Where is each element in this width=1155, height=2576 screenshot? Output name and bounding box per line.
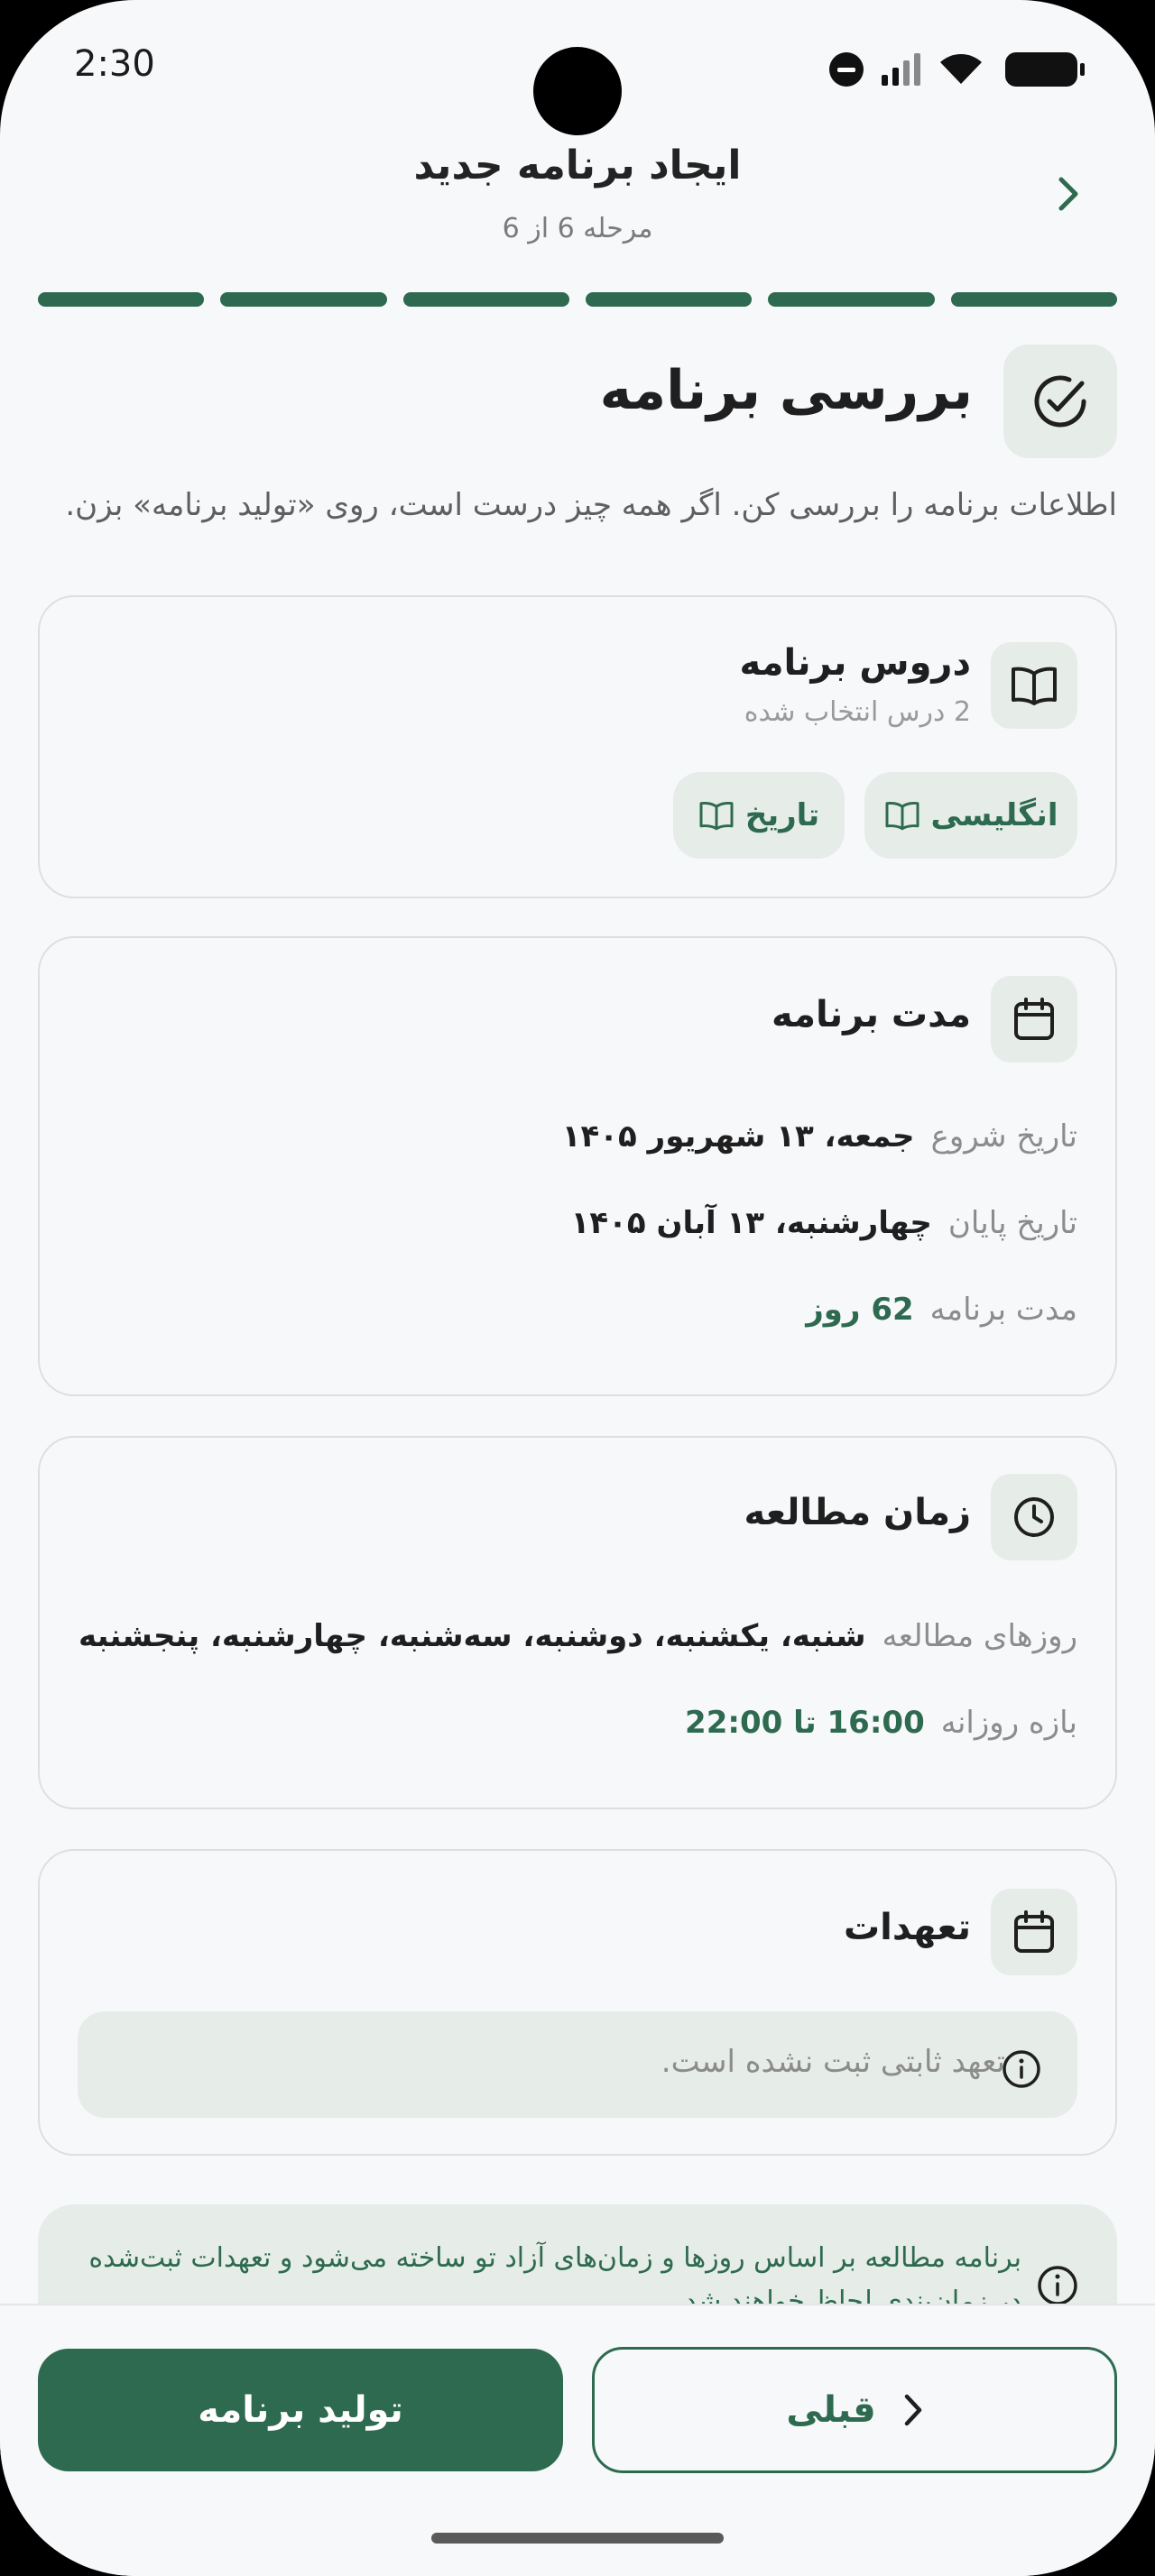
status-time: 2:30 [74,43,155,85]
status-icons [829,47,1085,92]
start-date-row: تاریخ شروع جمعه، ۱۳ شهریور ۱۴۰۵ [562,1118,1077,1155]
chevron-right-icon [1058,177,1078,211]
start-date-value: جمعه، ۱۳ شهریور ۱۴۰۵ [561,1118,915,1155]
review-section-icon [1003,345,1117,458]
progress-segment [402,292,569,307]
back-button[interactable] [1049,171,1088,216]
chevron-right-icon [904,2394,921,2426]
clock-icon [1014,1497,1054,1537]
daily-range-value: 16:00 تا 22:00 [685,1705,925,1741]
end-date-value: چهارشنبه، ۱۳ آبان ۱۴۰۵ [570,1205,932,1241]
lesson-chip-label: انگلیسی [930,797,1058,833]
generate-plan-button[interactable]: تولید برنامه [38,2349,563,2471]
calendar-icon [1014,998,1054,1040]
device-frame: 2:30 ایجاد برنامه جدید مرحله 6 از 6 بررس… [0,0,1155,2576]
duration-card: مدت برنامه تاریخ شروع جمعه، ۱۳ شهریور ۱۴… [38,936,1117,1396]
lesson-chip-history[interactable]: تاریخ [673,772,845,859]
daily-range-label: بازه روزانه [940,1705,1077,1741]
lessons-count: 2 درس انتخاب شده [744,696,971,728]
duration-card-title: مدت برنامه [772,994,971,1035]
duration-value: 62 روز [806,1292,914,1328]
info-icon [1038,2266,1077,2305]
study-days-label: روزهای مطالعه [882,1618,1077,1654]
step-progress-bar [38,292,1117,307]
previous-button[interactable]: قبلی [592,2347,1117,2473]
wifi-icon [940,54,982,84]
book-icon [885,801,919,831]
study-time-card-icon [991,1474,1077,1560]
front-camera [533,47,622,135]
lessons-card-icon [991,642,1077,729]
book-icon [1012,667,1057,705]
do-not-disturb-icon [829,52,864,87]
no-commitments-text: تعهد ثابتی ثبت نشده است. [661,2044,1005,2080]
previous-button-label: قبلی [786,2389,876,2431]
commitments-card-title: تعهدات [843,1907,971,1948]
info-text-line-1: برنامه مطالعه بر اساس روزها و زمان‌های آ… [88,2242,1021,2274]
lessons-card: دروس برنامه 2 درس انتخاب شده انگلیسی تار… [38,595,1117,898]
lesson-chip-label: تاریخ [744,797,820,833]
progress-segment [220,292,387,307]
book-icon [699,801,734,831]
duration-label: مدت برنامه [929,1292,1077,1328]
end-date-row: تاریخ پایان چهارشنبه، ۱۳ آبان ۱۴۰۵ [571,1205,1077,1241]
daily-range-row: بازه روزانه 16:00 تا 22:00 [685,1705,1077,1741]
progress-segment [38,292,205,307]
home-indicator[interactable] [431,2533,724,2544]
no-commitments-notice: تعهد ثابتی ثبت نشده است. [78,2011,1077,2118]
end-date-label: تاریخ پایان [947,1205,1077,1241]
calendar-icon [1014,1910,1054,1953]
check-circle-icon [1034,375,1086,428]
study-days-row: روزهای مطالعه شنبه، یکشنبه، دوشنبه، سه‌ش… [79,1618,1077,1654]
section-title: بررسی برنامه [599,359,973,422]
info-icon [1003,2050,1040,2088]
duration-card-icon [991,976,1077,1063]
study-time-card: زمان مطالعه روزهای مطالعه شنبه، یکشنبه، … [38,1436,1117,1809]
battery-icon [1005,52,1085,87]
step-indicator: مرحله 6 از 6 [502,213,653,244]
progress-segment [768,292,935,307]
section-description: اطلاعات برنامه را بررسی کن. اگر همه چیز … [65,487,1117,523]
start-date-label: تاریخ شروع [930,1118,1077,1155]
lessons-card-title: دروس برنامه [739,642,971,684]
duration-row: مدت برنامه 62 روز [806,1292,1077,1328]
progress-segment [950,292,1117,307]
lesson-chip-english[interactable]: انگلیسی [864,772,1077,859]
study-time-card-title: زمان مطالعه [744,1492,971,1533]
signal-icon [882,53,920,86]
page-title: ایجاد برنامه جدید [413,143,742,189]
study-days-value: شنبه، یکشنبه، دوشنبه، سه‌شنبه، چهارشنبه،… [79,1618,866,1654]
progress-segment [585,292,753,307]
commitments-card-icon [991,1889,1077,1975]
screen: 2:30 ایجاد برنامه جدید مرحله 6 از 6 بررس… [0,0,1155,2576]
